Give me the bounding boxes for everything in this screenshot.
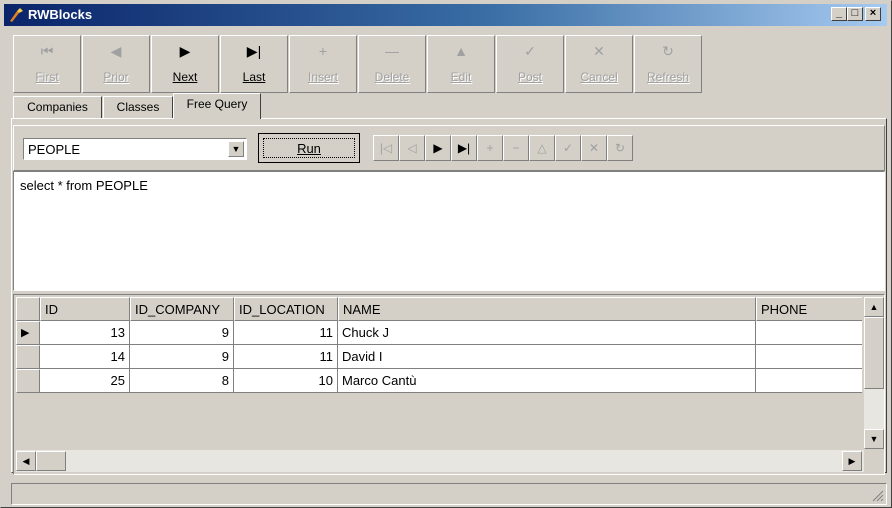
column-header-phone[interactable]: PHONE bbox=[756, 297, 862, 321]
chevron-down-icon[interactable]: ▼ bbox=[228, 141, 244, 157]
row-indicator[interactable] bbox=[16, 369, 40, 393]
grid-cells: ID ID_COMPANY ID_LOCATION NAME PHONE ▶ 1… bbox=[16, 297, 862, 449]
edit-label: Edit bbox=[450, 70, 472, 84]
post-icon: ✓ bbox=[524, 43, 536, 59]
table-cell[interactable]: David I bbox=[338, 345, 756, 369]
table-cell[interactable]: 13 bbox=[40, 321, 130, 345]
refresh-button[interactable]: ↻ Refresh bbox=[634, 35, 702, 93]
insert-label: Insert bbox=[307, 70, 338, 84]
next-button[interactable]: ▶ Next bbox=[151, 35, 219, 93]
refresh-label: Refresh bbox=[646, 70, 690, 84]
post-button[interactable]: ✓ Post bbox=[496, 35, 564, 93]
table-cell[interactable]: 11 bbox=[234, 345, 338, 369]
main-window: RWBlocks _ □ × ⏮ First ◀ Prior ▶ Next ▶|… bbox=[0, 0, 892, 508]
first-icon: ⏮ bbox=[40, 43, 54, 59]
prior-button[interactable]: ◀ Prior bbox=[82, 35, 150, 93]
scroll-left-icon[interactable]: ◀ bbox=[16, 451, 36, 471]
resize-grip-icon[interactable] bbox=[872, 490, 884, 502]
refresh-record-icon[interactable]: ↻ bbox=[607, 135, 633, 161]
insert-button[interactable]: + Insert bbox=[289, 35, 357, 93]
scroll-up-icon[interactable]: ▲ bbox=[864, 297, 884, 317]
table-cell[interactable]: 9 bbox=[130, 321, 234, 345]
table-select[interactable]: PEOPLE ▼ bbox=[23, 138, 247, 160]
first-record-icon[interactable]: |◁ bbox=[373, 135, 399, 161]
title-bar[interactable]: RWBlocks _ □ × bbox=[4, 4, 887, 26]
close-button[interactable]: × bbox=[865, 7, 881, 21]
delete-label: Delete bbox=[374, 70, 410, 84]
table-cell[interactable]: 9 bbox=[130, 345, 234, 369]
tab-classes[interactable]: Classes bbox=[103, 96, 173, 118]
table-cell[interactable]: Chuck J bbox=[338, 321, 756, 345]
table-cell[interactable]: 10 bbox=[234, 369, 338, 393]
edit-button[interactable]: ▲ Edit bbox=[427, 35, 495, 93]
horizontal-scrollbar[interactable]: ◀ ▶ bbox=[16, 450, 864, 472]
grid-corner bbox=[16, 297, 40, 321]
scroll-thumb[interactable] bbox=[864, 317, 884, 389]
table-select-value: PEOPLE bbox=[28, 142, 81, 157]
prior-icon: ◀ bbox=[110, 43, 122, 59]
first-label: First bbox=[35, 70, 59, 84]
cancel-label: Cancel bbox=[580, 70, 618, 84]
delete-button[interactable]: — Delete bbox=[358, 35, 426, 93]
prior-record-icon[interactable]: ◁ bbox=[399, 135, 425, 161]
db-navigator: |◁ ◁ ▶ ▶| + − △ ✓ ✕ ↻ bbox=[373, 135, 697, 161]
scroll-right-icon[interactable]: ▶ bbox=[842, 451, 862, 471]
edit-record-icon[interactable]: △ bbox=[529, 135, 555, 161]
current-row-indicator[interactable]: ▶ bbox=[16, 321, 40, 345]
table-cell[interactable] bbox=[756, 321, 862, 345]
last-record-icon[interactable]: ▶| bbox=[451, 135, 477, 161]
table-cell[interactable]: 25 bbox=[40, 369, 130, 393]
delete-icon: — bbox=[385, 43, 399, 59]
table-cell[interactable]: Marco Cantù bbox=[338, 369, 756, 393]
row-indicator[interactable] bbox=[16, 345, 40, 369]
sql-memo[interactable]: select * from PEOPLE bbox=[13, 171, 885, 291]
table-cell[interactable]: 8 bbox=[130, 369, 234, 393]
status-bar bbox=[11, 483, 887, 505]
table-cell[interactable]: 14 bbox=[40, 345, 130, 369]
column-header-id[interactable]: ID bbox=[40, 297, 130, 321]
last-button[interactable]: ▶| Last bbox=[220, 35, 288, 93]
data-grid[interactable]: ID ID_COMPANY ID_LOCATION NAME PHONE ▶ 1… bbox=[13, 294, 885, 475]
edit-icon: ▲ bbox=[454, 43, 468, 59]
app-icon bbox=[10, 8, 23, 22]
column-header-id-location[interactable]: ID_LOCATION bbox=[234, 297, 338, 321]
insert-record-icon[interactable]: + bbox=[477, 135, 503, 161]
last-label: Last bbox=[242, 70, 266, 84]
column-header-id-company[interactable]: ID_COMPANY bbox=[130, 297, 234, 321]
window-title: RWBlocks bbox=[28, 7, 93, 22]
last-icon: ▶| bbox=[246, 43, 262, 59]
post-label: Post bbox=[517, 70, 542, 84]
hscroll-thumb[interactable] bbox=[36, 451, 66, 471]
record-navigator: ⏮ First ◀ Prior ▶ Next ▶| Last + Insert … bbox=[13, 35, 703, 93]
insert-icon: + bbox=[318, 43, 328, 59]
post-record-icon[interactable]: ✓ bbox=[555, 135, 581, 161]
prior-label: Prior bbox=[103, 70, 129, 84]
table-cell[interactable] bbox=[756, 345, 862, 369]
tab-companies[interactable]: Companies bbox=[13, 96, 102, 118]
tab-free-query[interactable]: Free Query bbox=[173, 93, 261, 119]
table-cell[interactable]: 11 bbox=[234, 321, 338, 345]
cancel-icon: ✕ bbox=[593, 43, 605, 59]
maximize-button[interactable]: □ bbox=[847, 7, 863, 21]
cancel-record-icon[interactable]: ✕ bbox=[581, 135, 607, 161]
cancel-button[interactable]: ✕ Cancel bbox=[565, 35, 633, 93]
delete-record-icon[interactable]: − bbox=[503, 135, 529, 161]
scroll-down-icon[interactable]: ▼ bbox=[864, 429, 884, 449]
column-header-name[interactable]: NAME bbox=[338, 297, 756, 321]
sql-text: select * from PEOPLE bbox=[20, 178, 148, 193]
next-label: Next bbox=[172, 70, 198, 84]
minimize-button[interactable]: _ bbox=[831, 7, 847, 21]
run-button[interactable]: Run bbox=[258, 133, 360, 163]
next-icon: ▶ bbox=[179, 43, 191, 59]
page-tabs: Companies Classes Free Query bbox=[11, 93, 887, 119]
next-record-icon[interactable]: ▶ bbox=[425, 135, 451, 161]
refresh-icon: ↻ bbox=[662, 43, 674, 59]
run-label: Run bbox=[297, 141, 321, 156]
first-button[interactable]: ⏮ First bbox=[13, 35, 81, 93]
vertical-scrollbar[interactable]: ▲ ▼ bbox=[864, 297, 884, 449]
table-cell[interactable] bbox=[756, 369, 862, 393]
